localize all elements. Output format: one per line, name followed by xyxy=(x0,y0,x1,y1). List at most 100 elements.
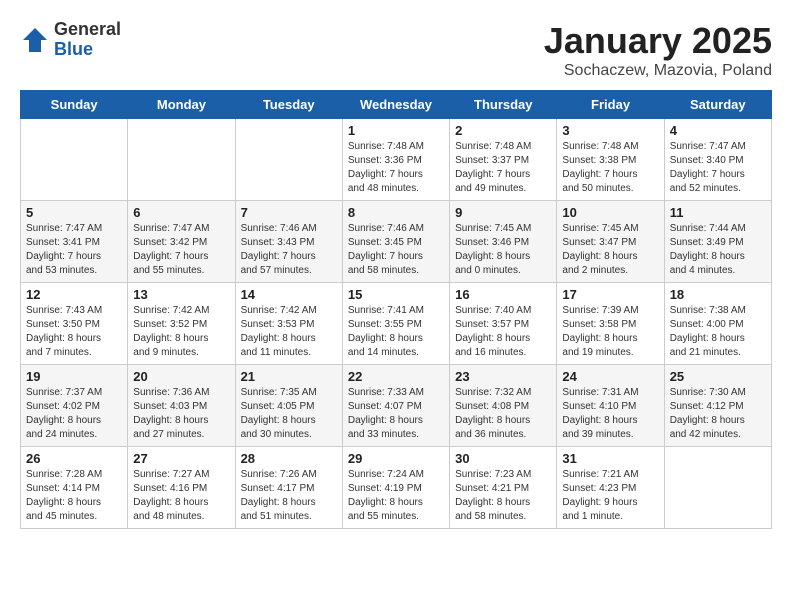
day-number: 1 xyxy=(348,123,444,138)
logo-text: General Blue xyxy=(54,20,121,60)
day-info: Sunrise: 7:44 AM Sunset: 3:49 PM Dayligh… xyxy=(670,222,766,278)
weekday-header: Thursday xyxy=(450,91,557,119)
day-info: Sunrise: 7:23 AM Sunset: 4:21 PM Dayligh… xyxy=(455,468,551,524)
day-info: Sunrise: 7:31 AM Sunset: 4:10 PM Dayligh… xyxy=(562,386,658,442)
calendar-cell xyxy=(128,119,235,201)
weekday-header: Friday xyxy=(557,91,664,119)
weekday-header: Sunday xyxy=(21,91,128,119)
day-info: Sunrise: 7:48 AM Sunset: 3:38 PM Dayligh… xyxy=(562,140,658,196)
calendar-cell: 20 Sunrise: 7:36 AM Sunset: 4:03 PM Dayli… xyxy=(128,365,235,447)
calendar-cell: 24 Sunrise: 7:31 AM Sunset: 4:10 PM Dayli… xyxy=(557,365,664,447)
day-number: 17 xyxy=(562,287,658,302)
day-info: Sunrise: 7:38 AM Sunset: 4:00 PM Dayligh… xyxy=(670,304,766,360)
day-info: Sunrise: 7:42 AM Sunset: 3:52 PM Dayligh… xyxy=(133,304,229,360)
calendar-cell: 1 Sunrise: 7:48 AM Sunset: 3:36 PM Daylig… xyxy=(342,119,449,201)
calendar-cell xyxy=(235,119,342,201)
month-title: January 2025 xyxy=(544,20,772,62)
day-info: Sunrise: 7:30 AM Sunset: 4:12 PM Dayligh… xyxy=(670,386,766,442)
day-info: Sunrise: 7:46 AM Sunset: 3:43 PM Dayligh… xyxy=(241,222,337,278)
logo-icon xyxy=(20,25,50,55)
title-area: January 2025 Sochaczew, Mazovia, Poland xyxy=(544,20,772,80)
day-number: 3 xyxy=(562,123,658,138)
day-number: 30 xyxy=(455,451,551,466)
day-number: 12 xyxy=(26,287,122,302)
day-info: Sunrise: 7:42 AM Sunset: 3:53 PM Dayligh… xyxy=(241,304,337,360)
day-info: Sunrise: 7:40 AM Sunset: 3:57 PM Dayligh… xyxy=(455,304,551,360)
day-number: 24 xyxy=(562,369,658,384)
calendar-cell: 29 Sunrise: 7:24 AM Sunset: 4:19 PM Dayli… xyxy=(342,447,449,529)
day-number: 25 xyxy=(670,369,766,384)
calendar-table: SundayMondayTuesdayWednesdayThursdayFrid… xyxy=(20,90,772,529)
calendar-cell: 23 Sunrise: 7:32 AM Sunset: 4:08 PM Dayli… xyxy=(450,365,557,447)
calendar-cell: 5 Sunrise: 7:47 AM Sunset: 3:41 PM Daylig… xyxy=(21,201,128,283)
day-number: 6 xyxy=(133,205,229,220)
day-number: 18 xyxy=(670,287,766,302)
calendar-cell: 8 Sunrise: 7:46 AM Sunset: 3:45 PM Daylig… xyxy=(342,201,449,283)
day-info: Sunrise: 7:36 AM Sunset: 4:03 PM Dayligh… xyxy=(133,386,229,442)
day-info: Sunrise: 7:33 AM Sunset: 4:07 PM Dayligh… xyxy=(348,386,444,442)
day-number: 16 xyxy=(455,287,551,302)
day-number: 14 xyxy=(241,287,337,302)
location-subtitle: Sochaczew, Mazovia, Poland xyxy=(544,62,772,80)
weekday-header: Saturday xyxy=(664,91,771,119)
calendar-cell: 13Sunrise: 7:42 AM Sunset: 3:52 PM Dayli… xyxy=(128,283,235,365)
calendar-cell xyxy=(21,119,128,201)
calendar-cell: 22 Sunrise: 7:33 AM Sunset: 4:07 PM Dayli… xyxy=(342,365,449,447)
day-number: 20 xyxy=(133,369,229,384)
day-info: Sunrise: 7:45 AM Sunset: 3:46 PM Dayligh… xyxy=(455,222,551,278)
calendar-cell: 31 Sunrise: 7:21 AM Sunset: 4:23 PM Dayli… xyxy=(557,447,664,529)
day-info: Sunrise: 7:46 AM Sunset: 3:45 PM Dayligh… xyxy=(348,222,444,278)
day-info: Sunrise: 7:47 AM Sunset: 3:41 PM Dayligh… xyxy=(26,222,122,278)
day-number: 15 xyxy=(348,287,444,302)
calendar-week-row: 12 Sunrise: 7:43 AM Sunset: 3:50 PM Dayli… xyxy=(21,283,772,365)
day-number: 5 xyxy=(26,205,122,220)
day-info: Sunrise: 7:24 AM Sunset: 4:19 PM Dayligh… xyxy=(348,468,444,524)
day-info: Sunrise: 7:48 AM Sunset: 3:37 PM Dayligh… xyxy=(455,140,551,196)
day-number: 19 xyxy=(26,369,122,384)
calendar-cell xyxy=(664,447,771,529)
calendar-cell: 15 Sunrise: 7:41 AM Sunset: 3:55 PM Dayli… xyxy=(342,283,449,365)
calendar-week-row: 26Sunrise: 7:28 AM Sunset: 4:14 PM Dayli… xyxy=(21,447,772,529)
calendar-cell: 11 Sunrise: 7:44 AM Sunset: 3:49 PM Dayli… xyxy=(664,201,771,283)
day-number: 27 xyxy=(133,451,229,466)
day-info: Sunrise: 7:21 AM Sunset: 4:23 PM Dayligh… xyxy=(562,468,658,524)
calendar-cell: 26Sunrise: 7:28 AM Sunset: 4:14 PM Dayli… xyxy=(21,447,128,529)
weekday-header: Wednesday xyxy=(342,91,449,119)
calendar-cell: 25 Sunrise: 7:30 AM Sunset: 4:12 PM Dayli… xyxy=(664,365,771,447)
day-number: 7 xyxy=(241,205,337,220)
day-info: Sunrise: 7:48 AM Sunset: 3:36 PM Dayligh… xyxy=(348,140,444,196)
calendar-cell: 21 Sunrise: 7:35 AM Sunset: 4:05 PM Dayli… xyxy=(235,365,342,447)
day-info: Sunrise: 7:45 AM Sunset: 3:47 PM Dayligh… xyxy=(562,222,658,278)
day-number: 23 xyxy=(455,369,551,384)
day-info: Sunrise: 7:41 AM Sunset: 3:55 PM Dayligh… xyxy=(348,304,444,360)
day-number: 4 xyxy=(670,123,766,138)
day-info: Sunrise: 7:37 AM Sunset: 4:02 PM Dayligh… xyxy=(26,386,122,442)
calendar-week-row: 5 Sunrise: 7:47 AM Sunset: 3:41 PM Daylig… xyxy=(21,201,772,283)
day-info: Sunrise: 7:47 AM Sunset: 3:40 PM Dayligh… xyxy=(670,140,766,196)
day-info: Sunrise: 7:43 AM Sunset: 3:50 PM Dayligh… xyxy=(26,304,122,360)
calendar-cell: 17 Sunrise: 7:39 AM Sunset: 3:58 PM Dayli… xyxy=(557,283,664,365)
day-info: Sunrise: 7:39 AM Sunset: 3:58 PM Dayligh… xyxy=(562,304,658,360)
day-number: 10 xyxy=(562,205,658,220)
day-number: 22 xyxy=(348,369,444,384)
calendar-cell: 6Sunrise: 7:47 AM Sunset: 3:42 PM Daylig… xyxy=(128,201,235,283)
calendar-cell: 4 Sunrise: 7:47 AM Sunset: 3:40 PM Daylig… xyxy=(664,119,771,201)
day-info: Sunrise: 7:32 AM Sunset: 4:08 PM Dayligh… xyxy=(455,386,551,442)
calendar-cell: 28Sunrise: 7:26 AM Sunset: 4:17 PM Dayli… xyxy=(235,447,342,529)
day-number: 21 xyxy=(241,369,337,384)
day-number: 29 xyxy=(348,451,444,466)
page-header: General Blue January 2025 Sochaczew, Maz… xyxy=(20,20,772,80)
weekday-header: Monday xyxy=(128,91,235,119)
day-number: 31 xyxy=(562,451,658,466)
day-number: 8 xyxy=(348,205,444,220)
day-number: 9 xyxy=(455,205,551,220)
day-info: Sunrise: 7:26 AM Sunset: 4:17 PM Dayligh… xyxy=(241,468,337,524)
calendar-week-row: 19 Sunrise: 7:37 AM Sunset: 4:02 PM Dayli… xyxy=(21,365,772,447)
day-number: 11 xyxy=(670,205,766,220)
calendar-cell: 9 Sunrise: 7:45 AM Sunset: 3:46 PM Daylig… xyxy=(450,201,557,283)
calendar-cell: 2Sunrise: 7:48 AM Sunset: 3:37 PM Daylig… xyxy=(450,119,557,201)
day-number: 26 xyxy=(26,451,122,466)
calendar-cell: 14 Sunrise: 7:42 AM Sunset: 3:53 PM Dayli… xyxy=(235,283,342,365)
day-info: Sunrise: 7:35 AM Sunset: 4:05 PM Dayligh… xyxy=(241,386,337,442)
weekday-header: Tuesday xyxy=(235,91,342,119)
